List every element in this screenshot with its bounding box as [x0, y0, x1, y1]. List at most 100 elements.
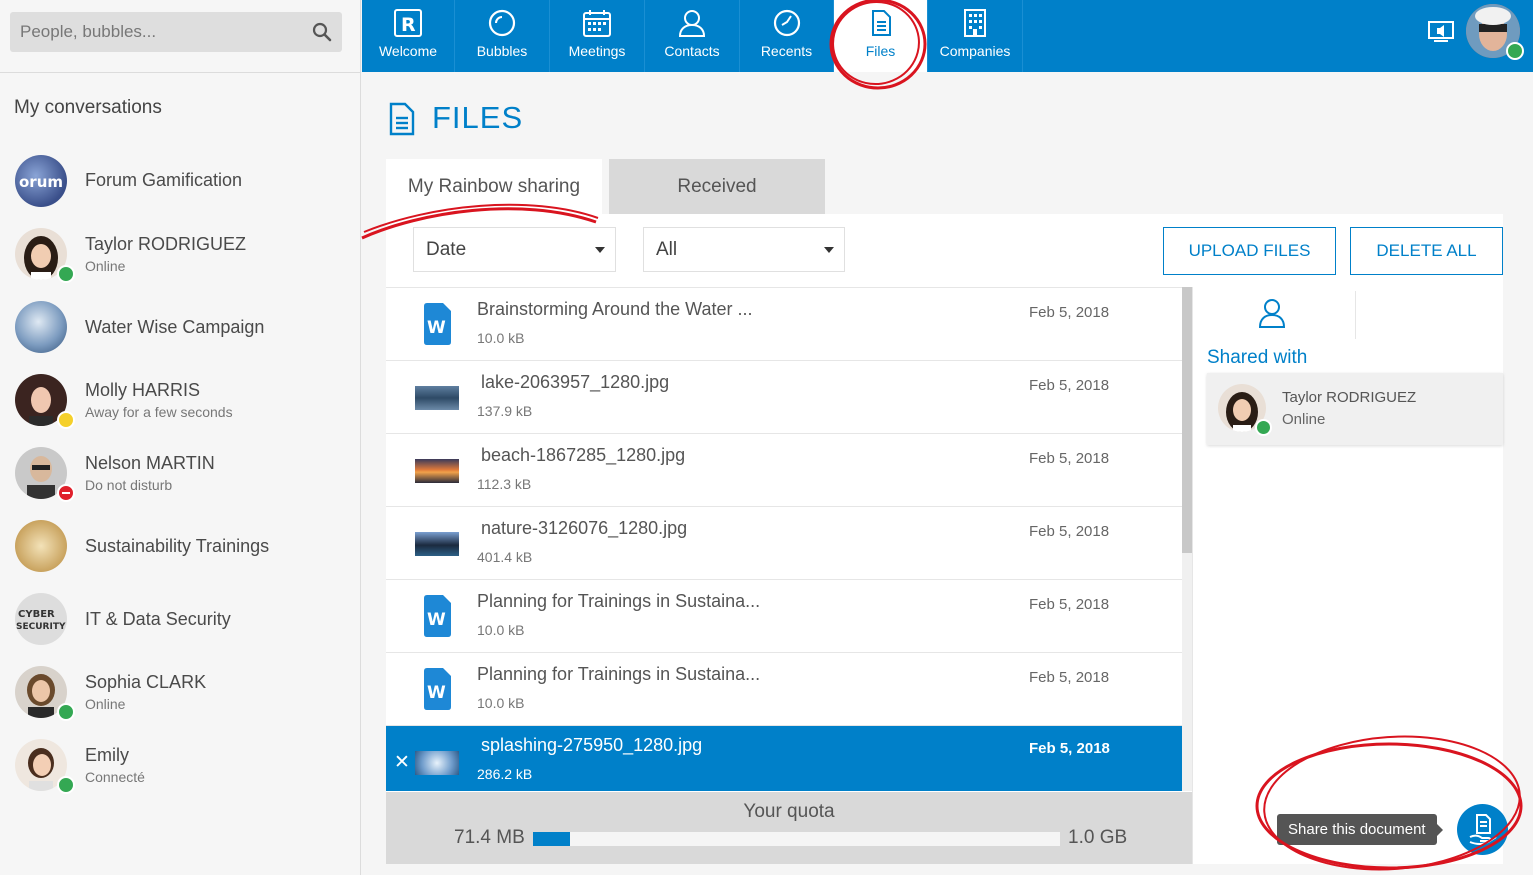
chevron-down-icon: [824, 247, 834, 253]
tab-label: Welcome: [378, 43, 438, 59]
tab-meetings[interactable]: Meetings: [550, 0, 645, 72]
quota-bar-fill: [533, 832, 570, 846]
conversation-item[interactable]: Nelson MARTIN Do not disturb: [0, 437, 361, 510]
rainbow-r-icon: R: [394, 9, 422, 37]
conversation-item[interactable]: orum Forum Gamification: [0, 145, 361, 218]
svg-text:W: W: [427, 683, 446, 703]
file-date: Feb 5, 2018: [1029, 450, 1110, 467]
close-icon[interactable]: ✕: [394, 751, 410, 774]
file-date: Feb 5, 2018: [1029, 377, 1110, 394]
conversations-title: My conversations: [14, 97, 162, 118]
image-thumbnail: [415, 459, 459, 483]
search-box: [10, 12, 342, 52]
file-row[interactable]: nature-3126076_1280.jpg 401.4 kB Feb 5, …: [386, 507, 1182, 580]
files-panel: Date All UPLOAD FILES DELETE ALL W Brain…: [386, 214, 1503, 864]
shared-contact-card[interactable]: Taylor RODRIGUEZ Online: [1207, 373, 1503, 445]
tab-recents[interactable]: Recents: [740, 0, 834, 72]
tab-contacts[interactable]: Contacts: [645, 0, 740, 72]
file-name: lake-2063957_1280.jpg: [481, 372, 670, 392]
tab-received[interactable]: Received: [609, 159, 825, 214]
share-tooltip: Share this document: [1277, 814, 1443, 845]
conversation-status: Away for a few seconds: [85, 404, 233, 420]
bubble-icon: [488, 9, 516, 37]
quota-total: 1.0 GB: [1068, 827, 1128, 848]
file-size: 286.2 kB: [477, 766, 533, 782]
conversation-item[interactable]: Emily Connecté: [0, 729, 361, 802]
page-title: FILES: [432, 100, 524, 135]
file-row-selected[interactable]: ✕ splashing-275950_1280.jpg 286.2 kB Feb…: [386, 726, 1182, 791]
file-row[interactable]: W Planning for Trainings in Sustaina... …: [386, 653, 1182, 726]
sidebar: My conversations orum Forum Gamification…: [0, 0, 361, 875]
conversation-item[interactable]: Taylor RODRIGUEZ Online: [0, 218, 361, 291]
conversation-name: Molly HARRIS: [85, 380, 201, 400]
tab-bubbles[interactable]: Bubbles: [455, 0, 550, 72]
scrollbar-thumb[interactable]: [1182, 287, 1192, 553]
delete-all-button[interactable]: DELETE ALL: [1350, 227, 1503, 275]
tab-label: Meetings: [568, 43, 626, 59]
tab-label: Bubbles: [476, 43, 528, 59]
tab-welcome[interactable]: R Welcome: [362, 0, 455, 72]
file-row[interactable]: W Brainstorming Around the Water ... 10.…: [386, 288, 1182, 361]
clock-icon: [773, 9, 800, 37]
file-name: splashing-275950_1280.jpg: [481, 735, 703, 755]
filter-select[interactable]: All: [643, 227, 845, 272]
file-date: Feb 5, 2018: [1029, 304, 1110, 321]
svg-text:W: W: [427, 610, 446, 630]
conversation-item[interactable]: Water Wise Campaign: [0, 291, 361, 364]
calendar-icon: [583, 10, 611, 37]
status-dot: [57, 411, 75, 429]
file-row[interactable]: lake-2063957_1280.jpg 137.9 kB Feb 5, 20…: [386, 361, 1182, 434]
file-date: Feb 5, 2018: [1029, 596, 1110, 613]
search-input[interactable]: [10, 12, 300, 52]
word-file-icon: W: [424, 595, 451, 637]
main-content: FILES My Rainbow sharing Received Date A…: [362, 72, 1533, 875]
image-thumbnail: [415, 751, 459, 775]
file-date: Feb 5, 2018: [1029, 740, 1110, 757]
conversation-name: Water Wise Campaign: [85, 317, 265, 337]
file-size: 10.0 kB: [477, 330, 525, 346]
file-row[interactable]: beach-1867285_1280.jpg 112.3 kB Feb 5, 2…: [386, 434, 1182, 507]
conversation-name: Forum Gamification: [85, 170, 243, 190]
share-document-button[interactable]: [1457, 804, 1508, 855]
quota-used: 71.4 MB: [454, 827, 525, 848]
tab-files[interactable]: Files: [834, 0, 928, 72]
conversation-item[interactable]: Sustainability Trainings: [0, 510, 361, 583]
file-date: Feb 5, 2018: [1029, 523, 1110, 540]
conversation-name: IT & Data Security: [85, 609, 231, 629]
conversation-item[interactable]: Molly HARRIS Away for a few seconds: [0, 364, 361, 437]
file-size: 137.9 kB: [477, 403, 533, 419]
tab-label: Companies: [939, 43, 1011, 59]
filter-select-value: All: [656, 239, 678, 260]
file-list: W Brainstorming Around the Water ... 10.…: [386, 287, 1183, 791]
sidebar-divider: [0, 72, 361, 73]
conversation-name: Taylor RODRIGUEZ: [85, 234, 247, 254]
upload-files-button[interactable]: UPLOAD FILES: [1163, 227, 1336, 275]
conversation-status: Connecté: [85, 769, 145, 785]
file-details-panel: Shared with Taylor RODRIGUEZ Online: [1192, 287, 1503, 864]
bubble-avatar: [15, 301, 67, 353]
image-thumbnail: [415, 386, 459, 410]
search-icon[interactable]: [312, 22, 332, 42]
bubble-avatar: CYBER SECURITY: [15, 593, 67, 645]
scrollbar[interactable]: [1182, 287, 1192, 791]
status-dot: [1506, 42, 1524, 60]
chevron-down-icon: [595, 247, 605, 253]
sort-select-value: Date: [426, 239, 467, 260]
tab-my-sharing[interactable]: My Rainbow sharing: [386, 159, 602, 214]
file-size: 10.0 kB: [477, 622, 525, 638]
conversation-item[interactable]: CYBER SECURITY IT & Data Security: [0, 583, 361, 656]
quota-panel: Your quota 71.4 MB 1.0 GB: [386, 792, 1192, 864]
file-row[interactable]: W Planning for Trainings in Sustaina... …: [386, 580, 1182, 653]
svg-text:SECURITY: SECURITY: [16, 622, 66, 632]
status-dot: [57, 265, 75, 283]
screen-share-icon[interactable]: [1428, 19, 1454, 45]
shared-with-label: Shared with: [1207, 347, 1308, 368]
svg-text:CYBER: CYBER: [18, 609, 55, 620]
sort-select[interactable]: Date: [413, 227, 616, 272]
user-icon[interactable]: [1257, 297, 1287, 329]
bubble-avatar: [15, 520, 67, 572]
tab-companies[interactable]: Companies: [928, 0, 1023, 72]
conversation-item[interactable]: Sophia CLARK Online: [0, 656, 361, 729]
conversation-name: Sustainability Trainings: [85, 536, 270, 556]
file-name: beach-1867285_1280.jpg: [481, 445, 686, 465]
